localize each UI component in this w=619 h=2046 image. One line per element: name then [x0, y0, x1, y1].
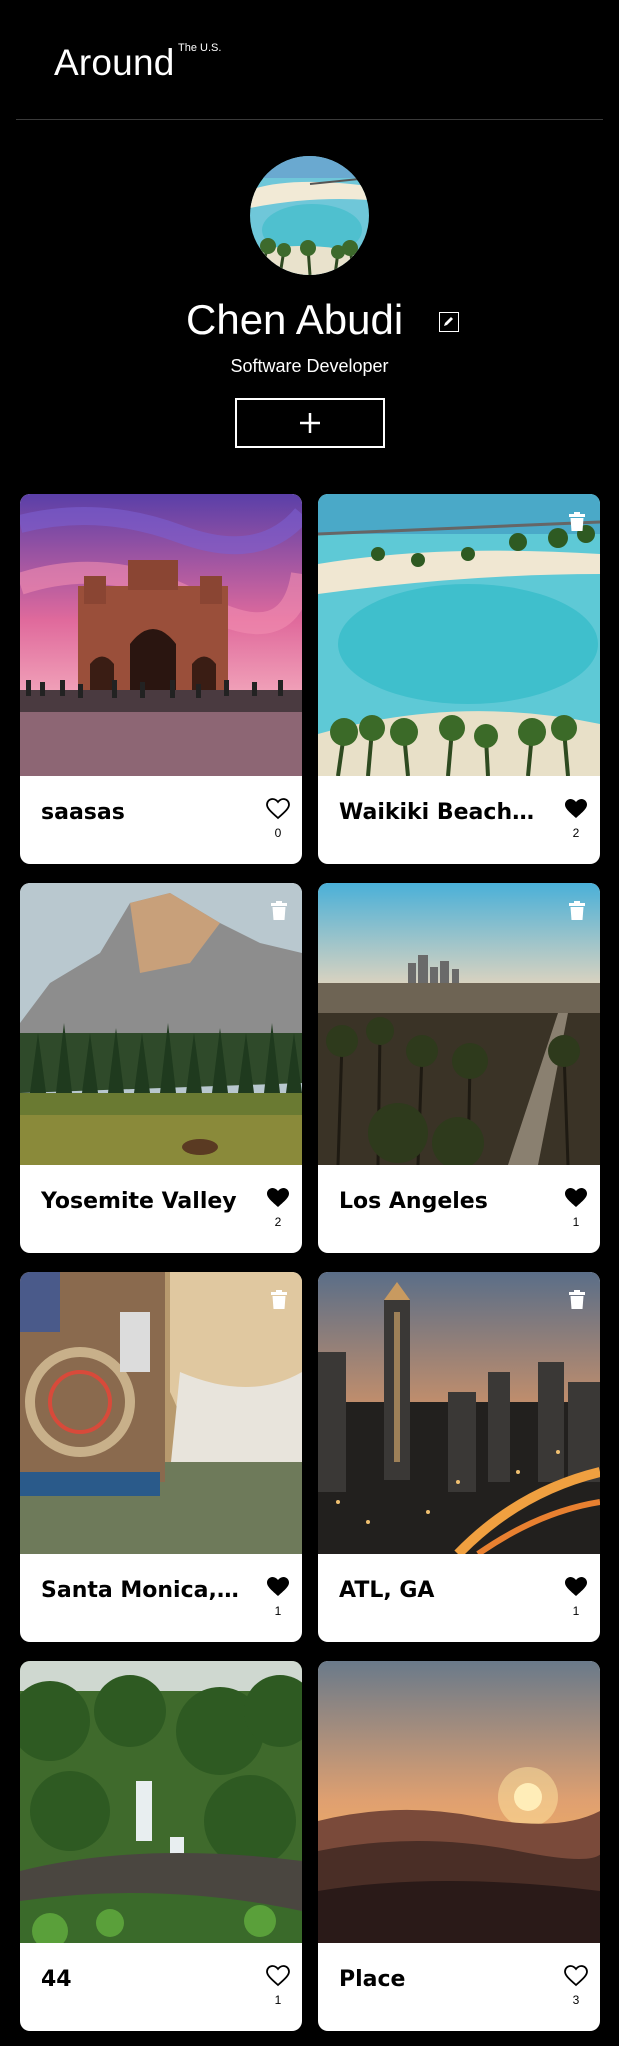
card-title: Waikiki Beach, Honolulu: [339, 800, 539, 825]
place-card: Yosemite Valley 2: [20, 883, 302, 1253]
place-card: Waikiki Beach, Honolulu 2: [318, 494, 600, 864]
card-title: Los Angeles: [339, 1189, 488, 1214]
like-button[interactable]: [564, 1187, 588, 1209]
like-button[interactable]: [266, 798, 290, 820]
heart-filled-icon: [267, 1577, 289, 1596]
heart-filled-icon: [565, 1577, 587, 1596]
card-title: ATL, GA: [339, 1578, 435, 1603]
card-image[interactable]: [318, 494, 600, 776]
delete-button[interactable]: [568, 512, 586, 532]
card-title: 44: [41, 1967, 72, 1992]
trash-icon: [271, 901, 287, 920]
card-title: saasas: [41, 800, 125, 825]
place-card: Santa Monica, CA 1: [20, 1272, 302, 1642]
like-count: 1: [274, 1604, 282, 1618]
like-count: 1: [572, 1215, 580, 1229]
delete-button[interactable]: [270, 901, 288, 921]
place-card: saasas 0: [20, 494, 302, 864]
heart-filled-icon: [565, 799, 587, 818]
page-header: Around The U.S.: [16, 0, 603, 120]
like-count: 0: [274, 826, 282, 840]
card-title: Yosemite Valley: [41, 1189, 237, 1214]
edit-profile-button[interactable]: [439, 312, 459, 332]
like-button[interactable]: [266, 1965, 290, 1987]
heart-outline-icon: [266, 1965, 290, 1987]
delete-button[interactable]: [568, 901, 586, 921]
card-title: Place: [339, 1967, 406, 1992]
pencil-icon: [444, 317, 453, 326]
like-button[interactable]: [266, 1187, 290, 1209]
place-card: ATL, GA 1: [318, 1272, 600, 1642]
logo: Around: [54, 42, 175, 83]
like-button[interactable]: [564, 1576, 588, 1598]
trash-icon: [271, 1290, 287, 1309]
heart-filled-icon: [565, 1188, 587, 1207]
like-button[interactable]: [266, 1576, 290, 1598]
heart-outline-icon: [564, 1965, 588, 1987]
place-card: Los Angeles 1: [318, 883, 600, 1253]
trash-icon: [569, 901, 585, 920]
card-image[interactable]: [318, 1272, 600, 1554]
trash-icon: [569, 1290, 585, 1309]
card-image[interactable]: [318, 883, 600, 1165]
plus-icon: [300, 413, 320, 433]
like-count: 2: [572, 826, 580, 840]
like-count: 2: [274, 1215, 282, 1229]
profile-name: Chen Abudi: [186, 296, 404, 343]
logo-superscript: The U.S.: [178, 42, 222, 54]
card-image[interactable]: [20, 1272, 302, 1554]
card-image[interactable]: [20, 1661, 302, 1943]
like-button[interactable]: [564, 1965, 588, 1987]
card-image[interactable]: [20, 494, 302, 776]
like-count: 3: [572, 1993, 580, 2007]
like-count: 1: [572, 1604, 580, 1618]
profile-job: Software Developer: [230, 356, 389, 376]
heart-outline-icon: [266, 798, 290, 820]
heart-filled-icon: [267, 1188, 289, 1207]
add-place-button[interactable]: [235, 398, 385, 448]
delete-button[interactable]: [568, 1290, 586, 1310]
avatar-photo: [250, 156, 369, 275]
card-image[interactable]: [318, 1661, 600, 1943]
profile-avatar[interactable]: [250, 156, 369, 275]
place-card: Place 3: [318, 1661, 600, 2031]
delete-button[interactable]: [270, 1290, 288, 1310]
like-count: 1: [274, 1993, 282, 2007]
card-title: Santa Monica, CA: [41, 1578, 241, 1603]
place-card: 44 1: [20, 1661, 302, 2031]
trash-icon: [569, 512, 585, 531]
like-button[interactable]: [564, 798, 588, 820]
card-image[interactable]: [20, 883, 302, 1165]
